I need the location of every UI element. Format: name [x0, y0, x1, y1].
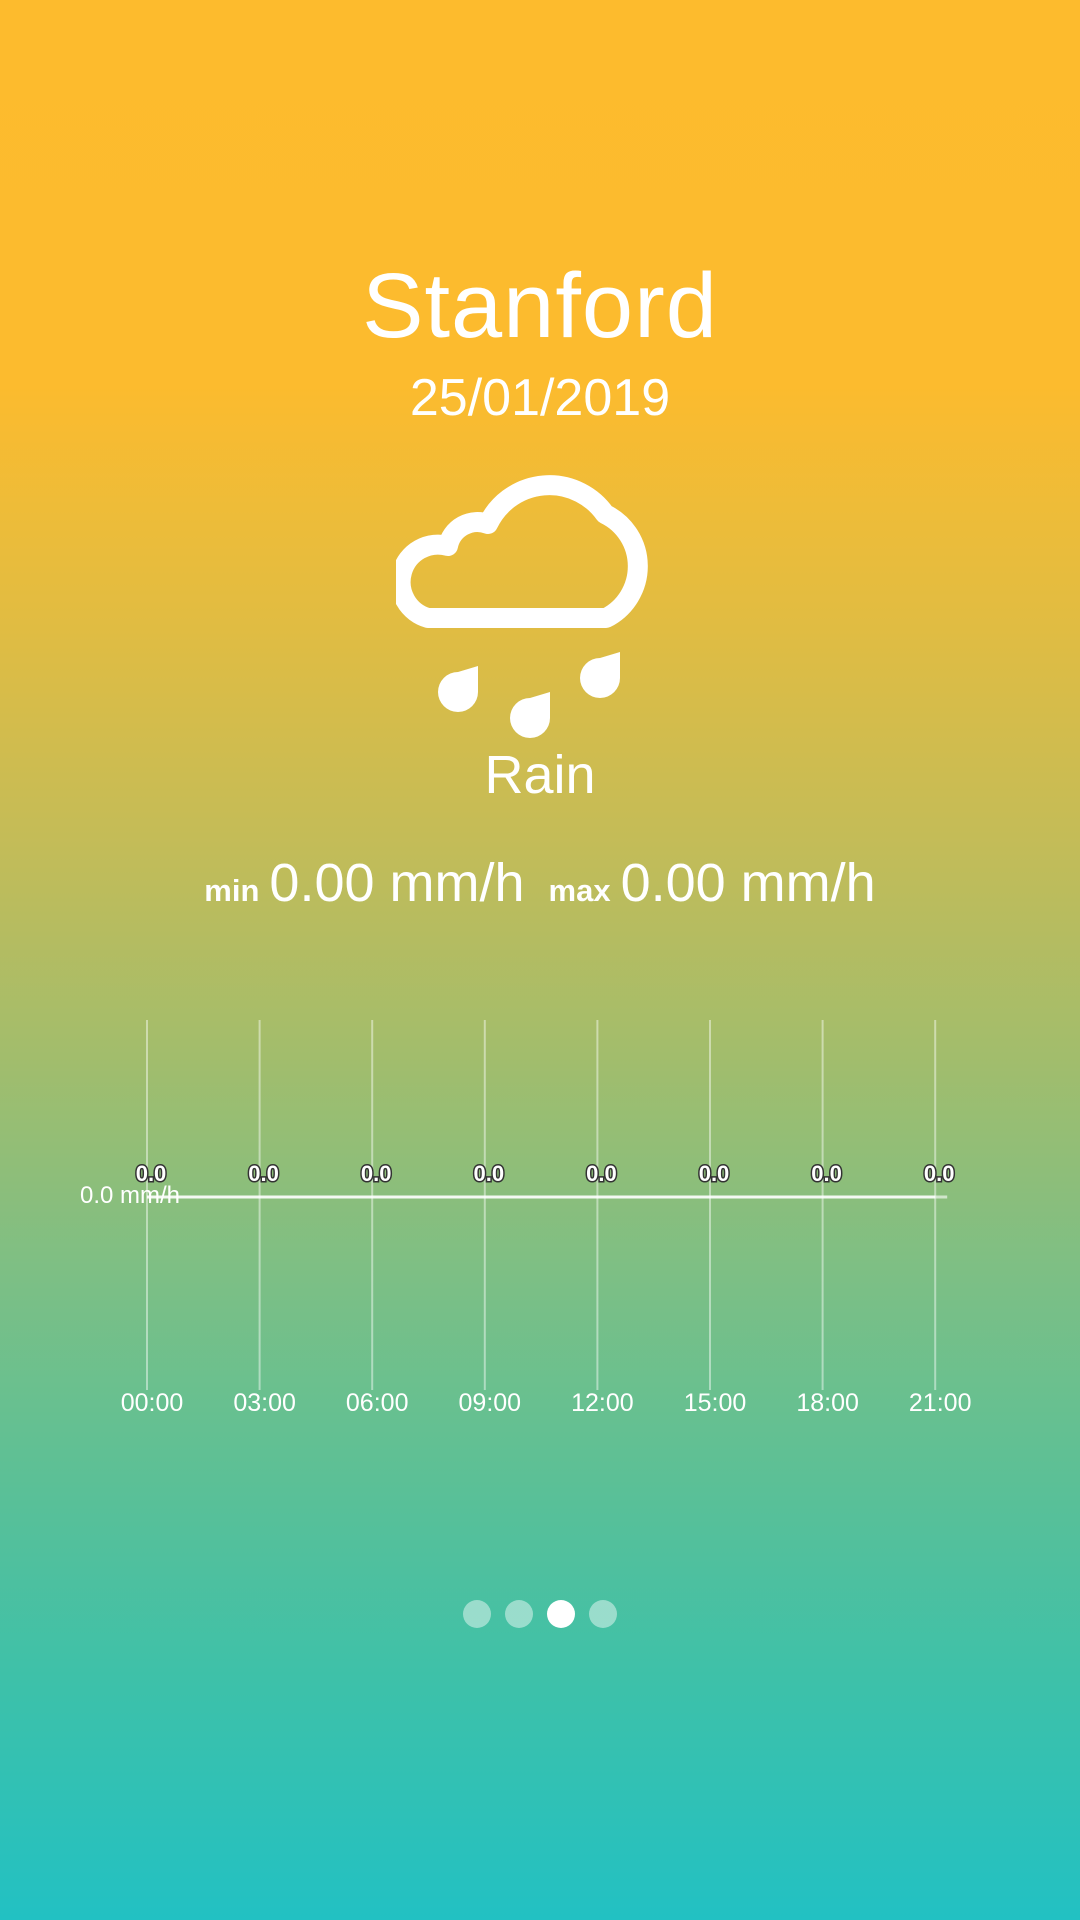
data-label: 0.0	[361, 1161, 392, 1186]
city-name: Stanford	[362, 255, 718, 357]
page-dot[interactable]	[463, 1600, 491, 1628]
data-label: 0.0	[136, 1161, 167, 1186]
data-label: 0.0	[248, 1161, 279, 1186]
page-indicator	[0, 1600, 1080, 1628]
page-dot[interactable]	[547, 1600, 575, 1628]
data-label: 0.0	[699, 1161, 730, 1186]
precipitation-range: min 0.00 mm/h max 0.00 mm/h	[0, 852, 1080, 914]
data-label: 0.0	[811, 1161, 842, 1186]
y-tick-label: 0.0 mm/h	[80, 1182, 180, 1209]
page-dot[interactable]	[589, 1600, 617, 1628]
x-tick-label: 21:00	[909, 1389, 972, 1417]
forecast-date: 25/01/2019	[409, 369, 671, 427]
precipitation-chart: 0.0 mm/h0.0 0.0 0.0 0.0 0.0 0.0 0.0 0.000:00 03:…	[80, 1020, 972, 1417]
x-tick-label: 06:00	[346, 1389, 409, 1417]
data-label: 0.0	[474, 1161, 505, 1186]
data-label: 0.0	[586, 1161, 617, 1186]
x-tick-label: 15:00	[684, 1389, 747, 1417]
max-label: max	[548, 873, 611, 908]
x-tick-label: 12:00	[571, 1389, 634, 1417]
min-value: 0.00 mm/h	[269, 853, 525, 913]
page-dot[interactable]	[505, 1600, 533, 1628]
max-value: 0.00 mm/h	[620, 853, 876, 913]
weather-condition: Rain	[484, 745, 596, 805]
min-label: min	[204, 873, 260, 908]
x-tick-label: 18:00	[796, 1389, 859, 1417]
data-label: 0.0	[924, 1161, 955, 1186]
x-tick-label: 03:00	[233, 1389, 296, 1417]
x-tick-label: 09:00	[459, 1389, 522, 1417]
rain-cloud-icon	[396, 475, 648, 738]
x-tick-label: 00:00	[121, 1389, 184, 1417]
